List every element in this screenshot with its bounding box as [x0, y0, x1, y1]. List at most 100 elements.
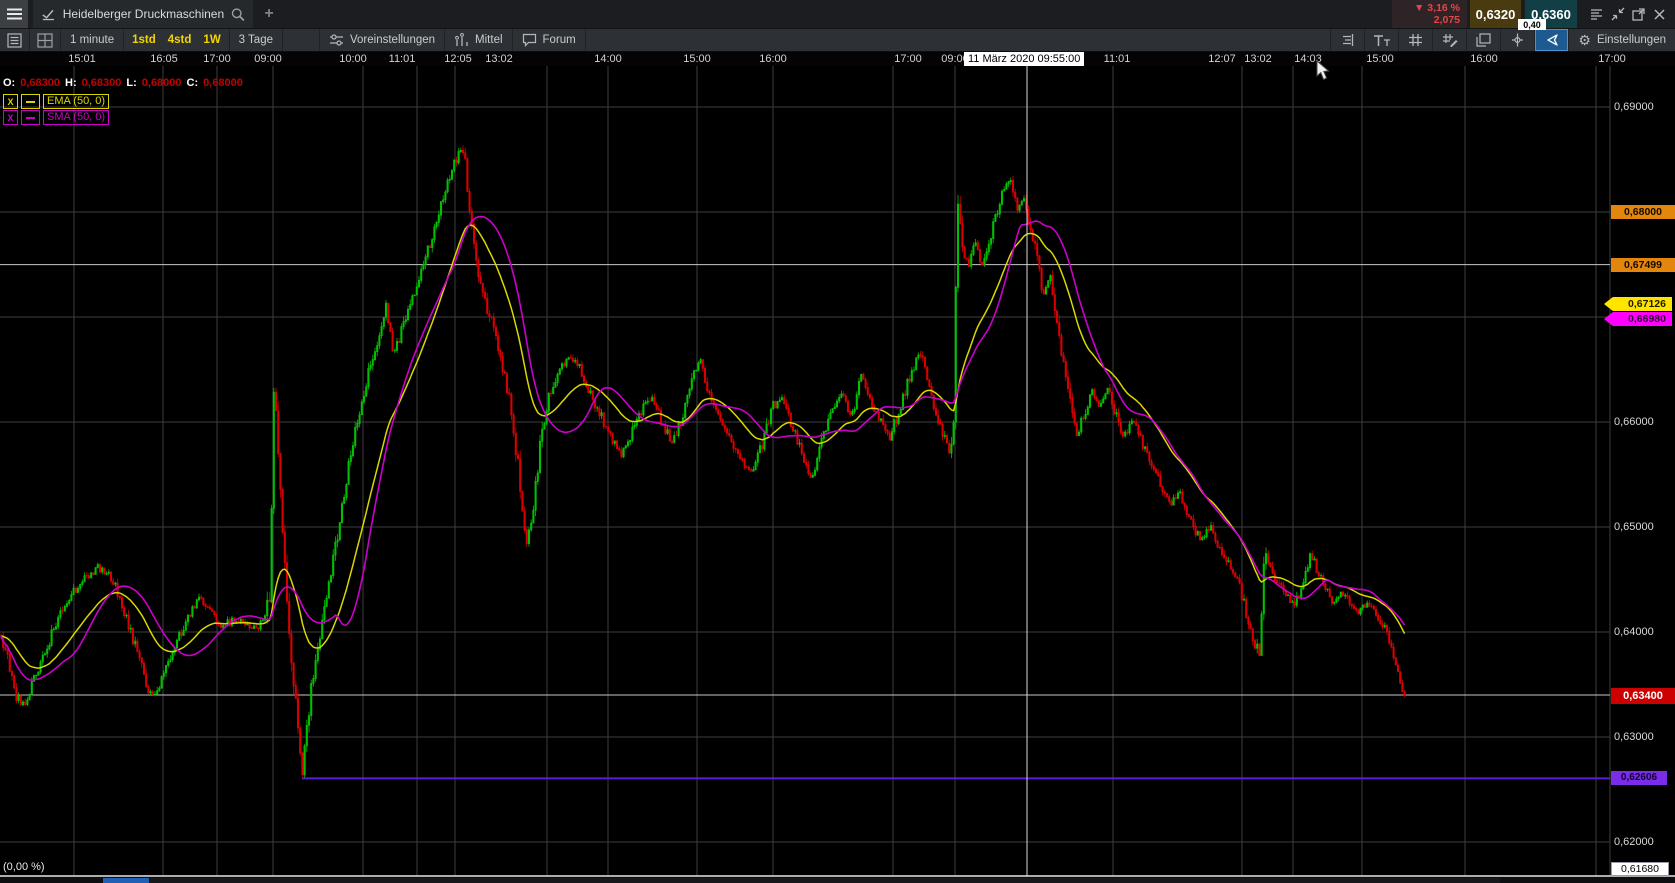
time-tick-11:01: 11:01 [389, 53, 416, 65]
time-tick-13:02: 13:02 [485, 53, 513, 65]
time-tick-15:01: 15:01 [68, 53, 96, 65]
instrument-tab[interactable]: Heidelberger Druckmaschinen [33, 0, 253, 28]
hash-grid-icon [1408, 33, 1423, 47]
forum-button[interactable]: Forum [513, 29, 586, 51]
align-lines-icon [1340, 33, 1355, 47]
list-box-icon [7, 33, 22, 48]
time-tick-16:05: 16:05 [150, 53, 178, 65]
bid-price-button[interactable]: 0,6320 [1470, 0, 1521, 28]
window-controls [1577, 0, 1675, 28]
popout-icon [1632, 8, 1645, 21]
axis-settings-button[interactable] [1330, 29, 1364, 51]
mouse-cursor [1316, 60, 1330, 81]
drawing-tools-button[interactable] [1432, 29, 1466, 51]
stacked-windows-icon [1476, 33, 1491, 47]
orderbook-lines-button[interactable] [1587, 5, 1606, 24]
legend-ema-line-sample[interactable] [21, 94, 40, 109]
toolbar-gap [283, 29, 320, 51]
orderbook-lines-icon [1590, 8, 1603, 21]
change-percent: ▼ 3,16 % [1400, 2, 1460, 14]
price-chart-canvas[interactable] [0, 66, 1675, 877]
time-tick-17:00: 17:00 [1598, 53, 1626, 65]
preset-1w-button[interactable]: 1W [197, 29, 226, 51]
range-label: 3 Tage [239, 34, 273, 46]
range-button[interactable]: 3 Tage [230, 29, 283, 51]
time-tick-11:01: 11:01 [1104, 53, 1131, 65]
text-tool-button[interactable] [1364, 29, 1398, 51]
popout-window-button[interactable] [1629, 5, 1648, 24]
time-tick-16:00: 16:00 [759, 53, 787, 65]
high-value: 0,68300 [82, 77, 122, 89]
legend-sma-remove-button[interactable]: X [3, 110, 18, 125]
einstellungen-label: Einstellungen [1597, 34, 1666, 46]
crosshair-pin-icon [1510, 33, 1525, 47]
layout-grid-button[interactable] [30, 29, 61, 51]
close-window-button[interactable] [1650, 5, 1669, 24]
time-tick-09:00: 09:00 [254, 53, 282, 65]
collapse-window-button[interactable] [1608, 5, 1627, 24]
toolbar-spacer [586, 29, 1331, 51]
ohlc-readout: O:0,68300 H:0,68300 L:0,68000 C:0,68000 [3, 77, 243, 89]
time-tick-14:00: 14:00 [594, 53, 622, 65]
hash-pencil-icon [1442, 33, 1458, 47]
legend-ema: X EMA (50, 0) [3, 94, 109, 109]
taskbar-sliver [150, 878, 1500, 883]
preset-4std-button[interactable]: 4std [162, 29, 198, 51]
time-tick-13:02: 13:02 [1244, 53, 1272, 65]
plus-icon: + [264, 5, 273, 23]
add-tab-button[interactable]: + [253, 0, 285, 28]
change-panel: ▼ 3,16 % 2,075 [1392, 0, 1467, 28]
speech-bubble-icon [522, 33, 537, 47]
cursor-tool-button[interactable] [1534, 29, 1568, 51]
interval-button[interactable]: 1 minute [61, 29, 124, 51]
sliders-icon [329, 33, 344, 47]
top-bar: Heidelberger Druckmaschinen + ▼ 3,16 % 2… [0, 0, 1675, 28]
voreinstellungen-button[interactable]: Voreinstellungen [320, 29, 445, 51]
time-tick-15:00: 15:00 [683, 53, 711, 65]
chart-line-icon [41, 7, 56, 21]
close-icon [1654, 9, 1665, 20]
time-tick-10:00: 10:00 [339, 53, 367, 65]
session-percent-label: (0,00 %) [3, 861, 45, 873]
open-value: 0,68300 [20, 77, 60, 89]
legend-sma-label[interactable]: SMA (50, 0) [43, 110, 109, 125]
time-tick-12:05: 12:05 [444, 53, 472, 65]
change-absolute: 2,075 [1400, 14, 1460, 26]
chart-toolbar: 1 minute 1std 4std 1W 3 Tage Voreinstell… [0, 28, 1675, 52]
cursor-tool-icon [1544, 33, 1560, 47]
low-value: 0,68000 [142, 77, 182, 89]
legend-sma-line-sample[interactable] [21, 110, 40, 125]
einstellungen-button[interactable]: ⚙ Einstellungen [1568, 29, 1675, 51]
time-tick-17:00: 17:00 [203, 53, 231, 65]
trading-app-window: Heidelberger Druckmaschinen + ▼ 3,16 % 2… [0, 0, 1675, 883]
interval-presets: 1std 4std 1W [124, 29, 230, 51]
forum-label: Forum [543, 34, 576, 46]
time-tick-17:00: 17:00 [894, 53, 922, 65]
instrument-title: Heidelberger Druckmaschinen [63, 7, 224, 21]
time-tick-16:00: 16:00 [1470, 53, 1498, 65]
bring-to-front-button[interactable] [1466, 29, 1500, 51]
indicator-icon [454, 33, 469, 47]
crosshair-date-tooltip: 11 März 2020 09:55:00 [964, 52, 1084, 66]
search-icon[interactable] [231, 7, 245, 22]
legend-ema-label[interactable]: EMA (50, 0) [43, 94, 109, 109]
snap-crosshair-button[interactable] [1500, 29, 1534, 51]
main-menu-button[interactable] [0, 0, 28, 28]
collapse-arrows-icon [1611, 7, 1625, 21]
bottom-edge-strip [0, 877, 1675, 883]
legend-ema-remove-button[interactable]: X [3, 94, 18, 109]
mittel-button[interactable]: Mittel [445, 29, 512, 51]
legend-sma: X SMA (50, 0) [3, 110, 109, 125]
grid-layout-icon [37, 33, 53, 48]
hamburger-icon [7, 8, 22, 20]
grid-toggle-button[interactable] [1398, 29, 1432, 51]
time-axis[interactable]: 11 März 2020 09:55:00 15:01 16:05 17:00 09:… [0, 52, 1675, 66]
chart-list-button[interactable] [0, 29, 30, 51]
spread-badge: 0,40 [1518, 19, 1546, 30]
preset-1std-button[interactable]: 1std [126, 29, 162, 51]
bid-price: 0,6320 [1476, 7, 1516, 22]
time-tick-15:00: 15:00 [1366, 53, 1394, 65]
time-tick-12:07: 12:07 [1208, 53, 1236, 65]
interval-label: 1 minute [70, 34, 114, 46]
taskbar-accent [103, 878, 149, 883]
